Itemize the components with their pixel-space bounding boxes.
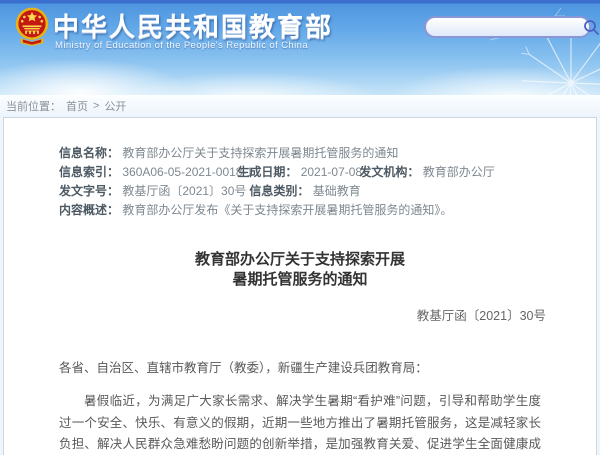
search-box[interactable] (424, 16, 591, 38)
breadcrumb-separator: > (93, 100, 99, 112)
document-salutation: 各省、自治区、直辖市教育厅（教委），新疆生产建设兵团教育局： (59, 357, 541, 376)
meta-summary-value: 教育部办公厅发布《关于支持探索开展暑期托管服务的通知》。 (122, 203, 452, 217)
national-emblem-icon (15, 5, 49, 51)
meta-summary-label: 内容概述： (59, 203, 119, 217)
meta-index-value: 360A06-05-2021-0018-1 (122, 165, 253, 179)
document-title-line1: 教育部办公厅关于支持探索开展 (4, 250, 596, 270)
document-meta: 信息名称： 教育部办公厅关于支持探索开展暑期托管服务的通知 信息索引： 360A… (59, 144, 596, 220)
meta-row-index: 信息索引： 360A06-05-2021-0018-1 生成日期： 2021-0… (59, 163, 596, 182)
meta-docno-label: 发文字号： (59, 184, 119, 198)
search-input[interactable] (426, 19, 582, 35)
meta-row-docno: 发文字号： 教基厅函〔2021〕30号 信息类别： 基础教育 (59, 182, 596, 201)
meta-index-label: 信息索引： (59, 165, 119, 179)
meta-row-summary: 内容概述： 教育部办公厅发布《关于支持探索开展暑期托管服务的通知》。 (59, 201, 596, 220)
breadcrumb-link-public[interactable]: 公开 (104, 98, 126, 114)
search-icon[interactable] (582, 18, 600, 36)
meta-agency-value: 教育部办公厅 (423, 165, 495, 179)
breadcrumb-link-home[interactable]: 首页 (66, 98, 88, 114)
meta-agency-label: 发文机构： (359, 165, 419, 179)
site-header: 中华人民共和国教育部 Ministry of Education of the … (0, 0, 600, 95)
document-title: 教育部办公厅关于支持探索开展 暑期托管服务的通知 (4, 250, 596, 290)
meta-category-value: 基础教育 (313, 184, 361, 198)
meta-name-label: 信息名称： (59, 146, 119, 160)
document-paragraph: 暑假临近，为满足广大家长需求、解决学生暑期“看护难”问题，引导和帮助学生度过一个… (59, 391, 541, 455)
site-title: 中华人民共和国教育部 (53, 7, 333, 44)
document-number: 教基厅函〔2021〕30号 (4, 305, 546, 324)
site-subtitle: Ministry of Education of the People's Re… (55, 40, 308, 51)
meta-row-name: 信息名称： 教育部办公厅关于支持探索开展暑期托管服务的通知 (59, 144, 596, 163)
meta-name-value: 教育部办公厅关于支持探索开展暑期托管服务的通知 (122, 146, 398, 160)
meta-category-label: 信息类别： (249, 184, 309, 198)
document-title-line2: 暑期托管服务的通知 (4, 270, 596, 290)
meta-date-label: 生成日期： (237, 165, 297, 179)
meta-docno-value: 教基厅函〔2021〕30号 (122, 184, 246, 198)
dandelion-decoration (516, 28, 600, 95)
meta-date-value: 2021-07-08 (301, 165, 362, 179)
breadcrumb-label: 当前位置： (6, 98, 61, 114)
document-panel: 信息名称： 教育部办公厅关于支持探索开展暑期托管服务的通知 信息索引： 360A… (3, 117, 597, 455)
breadcrumb: 当前位置： 首页 > 公开 (0, 95, 600, 117)
